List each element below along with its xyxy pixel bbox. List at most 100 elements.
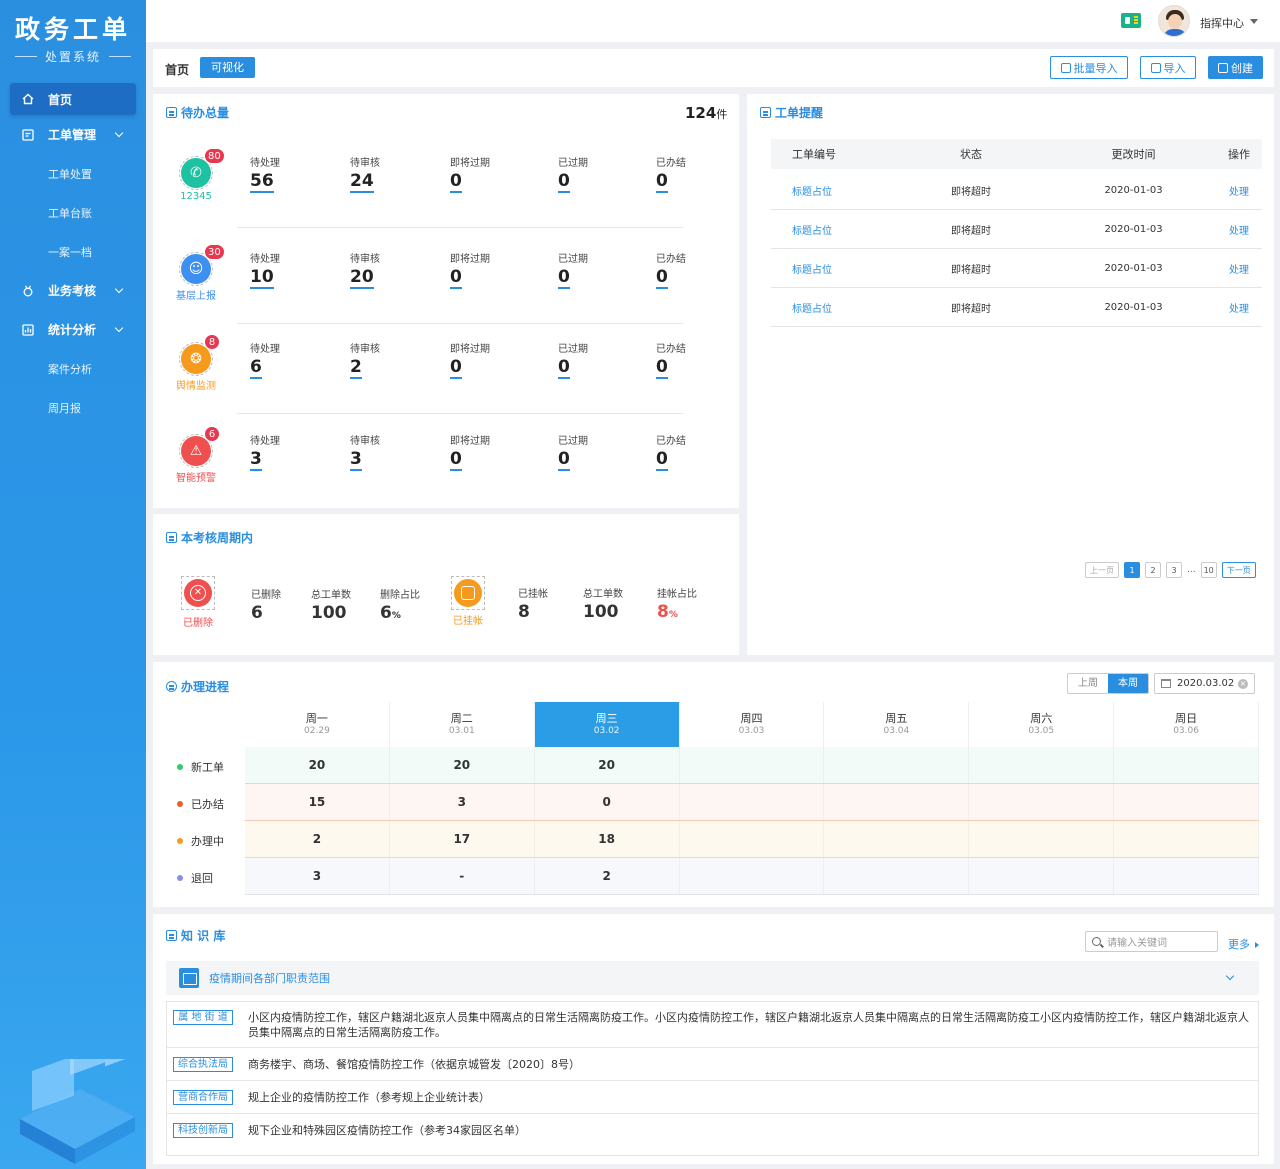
stat-value: 3 (250, 449, 262, 471)
gear-icon (1060, 62, 1071, 73)
knowledge-search-input[interactable]: 请输入关键词 (1085, 931, 1218, 952)
stat-item[interactable]: 待审核 24 (350, 154, 420, 193)
sidebar-item-order-handling[interactable]: 工单处置 (0, 154, 146, 193)
day-column-header[interactable]: 周日 03.06 (1114, 702, 1260, 747)
handle-link[interactable]: 处理 (1216, 183, 1262, 198)
stat-label: 即将过期 (450, 436, 490, 447)
stat-item[interactable]: 即将过期 0 (450, 250, 520, 289)
stat-item[interactable]: 待处理 56 (250, 154, 320, 193)
reminder-card: 工单提醒 工单编号 状态 更改时间 操作 标题占位 即将超时 2020-01-03 处… (747, 94, 1274, 655)
page-button[interactable]: 2 (1145, 562, 1161, 578)
column-header: 更改时间 (1111, 148, 1156, 161)
gear-icon (1150, 62, 1161, 73)
sidebar-item-home[interactable]: 首页 (10, 83, 136, 115)
list-item: 营商合作局 规上企业的疫情防控工作（参考规上企业统计表） (173, 1090, 1258, 1105)
time-cell: 2020-01-03 (1104, 223, 1163, 235)
caret-down-icon[interactable] (1250, 19, 1258, 24)
day-column-header[interactable]: 周一 02.29 (245, 702, 390, 747)
hung-icon (451, 576, 485, 610)
knowledge-section-header[interactable]: 疫情期间各部门职责范围 (166, 961, 1259, 995)
progress-cell (1114, 747, 1260, 783)
breadcrumb[interactable]: 首页 (165, 61, 189, 78)
more-link[interactable]: 更多 (1228, 936, 1259, 952)
prev-page-button[interactable]: 上一页 (1085, 562, 1119, 578)
stat-item[interactable]: 已办结 0 (656, 432, 726, 471)
stat-item[interactable]: 已过期 0 (558, 250, 628, 289)
stat-value: 8% (657, 602, 678, 622)
avatar[interactable] (1158, 5, 1190, 37)
this-week-button[interactable]: 本周 (1108, 674, 1148, 693)
stat-item[interactable]: 已过期 0 (558, 154, 628, 193)
edit-icon (22, 128, 34, 141)
sidebar-item-statistics[interactable]: 统计分析 (0, 310, 146, 349)
stat-item[interactable]: 待审核 3 (350, 432, 420, 471)
day-column-header[interactable]: 周五 03.04 (824, 702, 970, 747)
create-button[interactable]: 创建 (1208, 56, 1263, 79)
sidebar-item-case-archive[interactable]: 一案一档 (0, 232, 146, 271)
day-column-header[interactable]: 周三 03.02 (534, 702, 680, 747)
order-id-link[interactable]: 标题占位 (771, 183, 891, 198)
user-name[interactable]: 指挥中心 (1200, 15, 1244, 31)
stat-item[interactable]: 待处理 10 (250, 250, 320, 289)
progress-cell: 18 (535, 821, 680, 857)
batch-import-button[interactable]: 批量导入 (1050, 56, 1128, 79)
order-id-link[interactable]: 标题占位 (771, 261, 891, 276)
day-column-header[interactable]: 周二 03.01 (390, 702, 535, 747)
stat-item[interactable]: 即将过期 0 (450, 154, 520, 193)
medal-icon (22, 285, 34, 297)
sidebar-item-assessment[interactable]: 业务考核 (0, 271, 146, 310)
import-button[interactable]: 导入 (1140, 56, 1196, 79)
arrow-right-icon (1255, 942, 1259, 948)
stat-item[interactable]: 已办结 0 (656, 154, 726, 193)
stat-item[interactable]: 已过期 0 (558, 432, 628, 471)
page-button[interactable]: 3 (1166, 562, 1182, 578)
stat-item[interactable]: 待处理 3 (250, 432, 320, 471)
sidebar-item-weekly-report[interactable]: 周月报 (0, 388, 146, 427)
day-column-header[interactable]: 周六 03.05 (969, 702, 1115, 747)
order-id-link[interactable]: 标题占位 (771, 222, 891, 237)
stat-item[interactable]: 已办结 0 (656, 250, 726, 289)
date-picker[interactable]: 2020.03.02 × (1154, 673, 1255, 694)
sidebar-item-order-management[interactable]: 工单管理 (0, 115, 146, 154)
plus-icon (1218, 62, 1228, 73)
visualization-button[interactable]: 可视化 (200, 57, 255, 78)
stat-value: 100 (311, 603, 347, 623)
contact-card-icon[interactable] (1121, 13, 1141, 28)
last-week-button[interactable]: 上周 (1068, 674, 1108, 693)
progress-cell: 20 (245, 747, 390, 783)
day-column-header[interactable]: 周四 03.03 (680, 702, 825, 747)
stat-item[interactable]: 待审核 20 (350, 250, 420, 289)
next-page-button[interactable]: 下一页 (1221, 562, 1256, 578)
stat-item[interactable]: 即将过期 0 (450, 340, 520, 379)
clear-icon[interactable]: × (1238, 679, 1248, 689)
progress-cell (969, 784, 1115, 820)
stat-label: 已办结 (656, 344, 686, 355)
handle-link[interactable]: 处理 (1216, 261, 1262, 276)
stat-label: 已过期 (558, 344, 588, 355)
source-label: 舆情监测 (176, 381, 216, 392)
handle-link[interactable]: 处理 (1216, 222, 1262, 237)
reminder-table-header: 工单编号 状态 更改时间 操作 (771, 139, 1262, 169)
app-title: 政务工单 (14, 15, 131, 44)
progress-row-label: 新工单 (177, 759, 224, 775)
sidebar-item-case-analysis[interactable]: 案件分析 (0, 349, 146, 388)
page-button[interactable]: 10 (1200, 562, 1217, 578)
progress-cell: 20 (390, 747, 535, 783)
sidebar-item-order-ledger[interactable]: 工单台账 (0, 193, 146, 232)
order-id-link[interactable]: 标题占位 (771, 300, 891, 315)
stat-label: 总工单数 (583, 589, 623, 600)
stat-item[interactable]: 待处理 6 (250, 340, 320, 379)
day-date: 03.05 (1028, 726, 1055, 736)
stat-item[interactable]: 待审核 2 (350, 340, 420, 379)
stat-item[interactable]: 即将过期 0 (450, 432, 520, 471)
stat-item[interactable]: 已办结 0 (656, 340, 726, 379)
deleted-label: 已删除 (183, 618, 213, 629)
chevron-down-icon[interactable] (1225, 971, 1235, 981)
list-icon (760, 107, 771, 118)
time-cell: 2020-01-03 (1104, 184, 1163, 196)
page-button[interactable]: 1 (1124, 562, 1140, 578)
stat-label: 已过期 (558, 158, 588, 169)
stat-label: 删除占比 (380, 590, 420, 601)
handle-link[interactable]: 处理 (1216, 300, 1262, 315)
stat-item[interactable]: 已过期 0 (558, 340, 628, 379)
